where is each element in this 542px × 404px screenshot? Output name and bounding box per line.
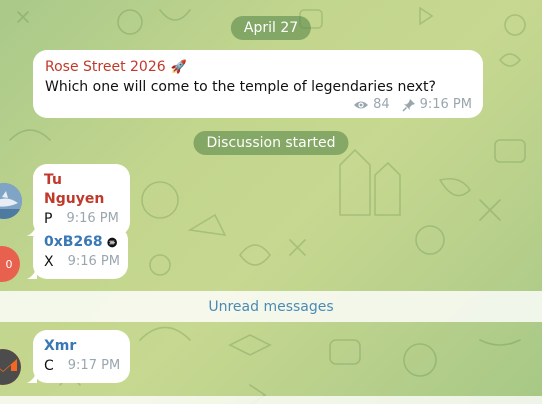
verified-token-icon xyxy=(107,237,117,248)
rocket-emoji: 🚀 xyxy=(170,60,187,75)
channel-post-title[interactable]: Rose Street 2026 🚀 xyxy=(45,58,471,77)
next-message-edge xyxy=(0,396,542,404)
avatar-0xb268[interactable]: 0 xyxy=(0,246,20,282)
avatar-letter: 0 xyxy=(5,257,13,271)
discussion-started-label: Discussion started xyxy=(193,131,349,155)
channel-post-bubble[interactable]: Rose Street 2026 🚀 Which one will come t… xyxy=(33,50,483,118)
bubble-tail xyxy=(27,371,37,383)
view-count: 84 xyxy=(373,97,390,112)
unread-messages-divider: Unread messages xyxy=(0,291,542,322)
pin-icon xyxy=(402,98,415,112)
channel-name[interactable]: Rose Street 2026 xyxy=(45,58,166,77)
eye-icon xyxy=(354,101,369,108)
message-time: 9:16 PM xyxy=(67,254,120,269)
sender-name[interactable]: 0xB268 xyxy=(44,233,117,252)
sender-name[interactable]: Tu Nguyen xyxy=(44,171,119,209)
bubble-tail xyxy=(27,267,37,279)
shark-avatar-icon xyxy=(0,183,22,219)
channel-post-meta: 84 9:16 PM xyxy=(353,97,472,112)
sender-name[interactable]: Xmr xyxy=(44,337,119,356)
message-time: 9:17 PM xyxy=(67,358,121,373)
post-time: 9:16 PM xyxy=(419,97,472,112)
avatar-tu-nguyen[interactable] xyxy=(0,183,22,219)
avatar-xmr[interactable] xyxy=(0,349,21,385)
channel-post-text: Which one will come to the temple of leg… xyxy=(45,79,436,95)
message-text: C xyxy=(44,358,54,374)
unread-label: Unread messages xyxy=(208,298,334,315)
monero-logo-icon xyxy=(0,349,21,385)
date-separator: April 27 xyxy=(230,16,312,40)
message-bubble-2[interactable]: 0xB268 X 9:16 PM xyxy=(27,226,128,279)
message-bubble-3[interactable]: Xmr C 9:17 PM xyxy=(27,330,130,383)
message-text: X xyxy=(44,254,54,270)
